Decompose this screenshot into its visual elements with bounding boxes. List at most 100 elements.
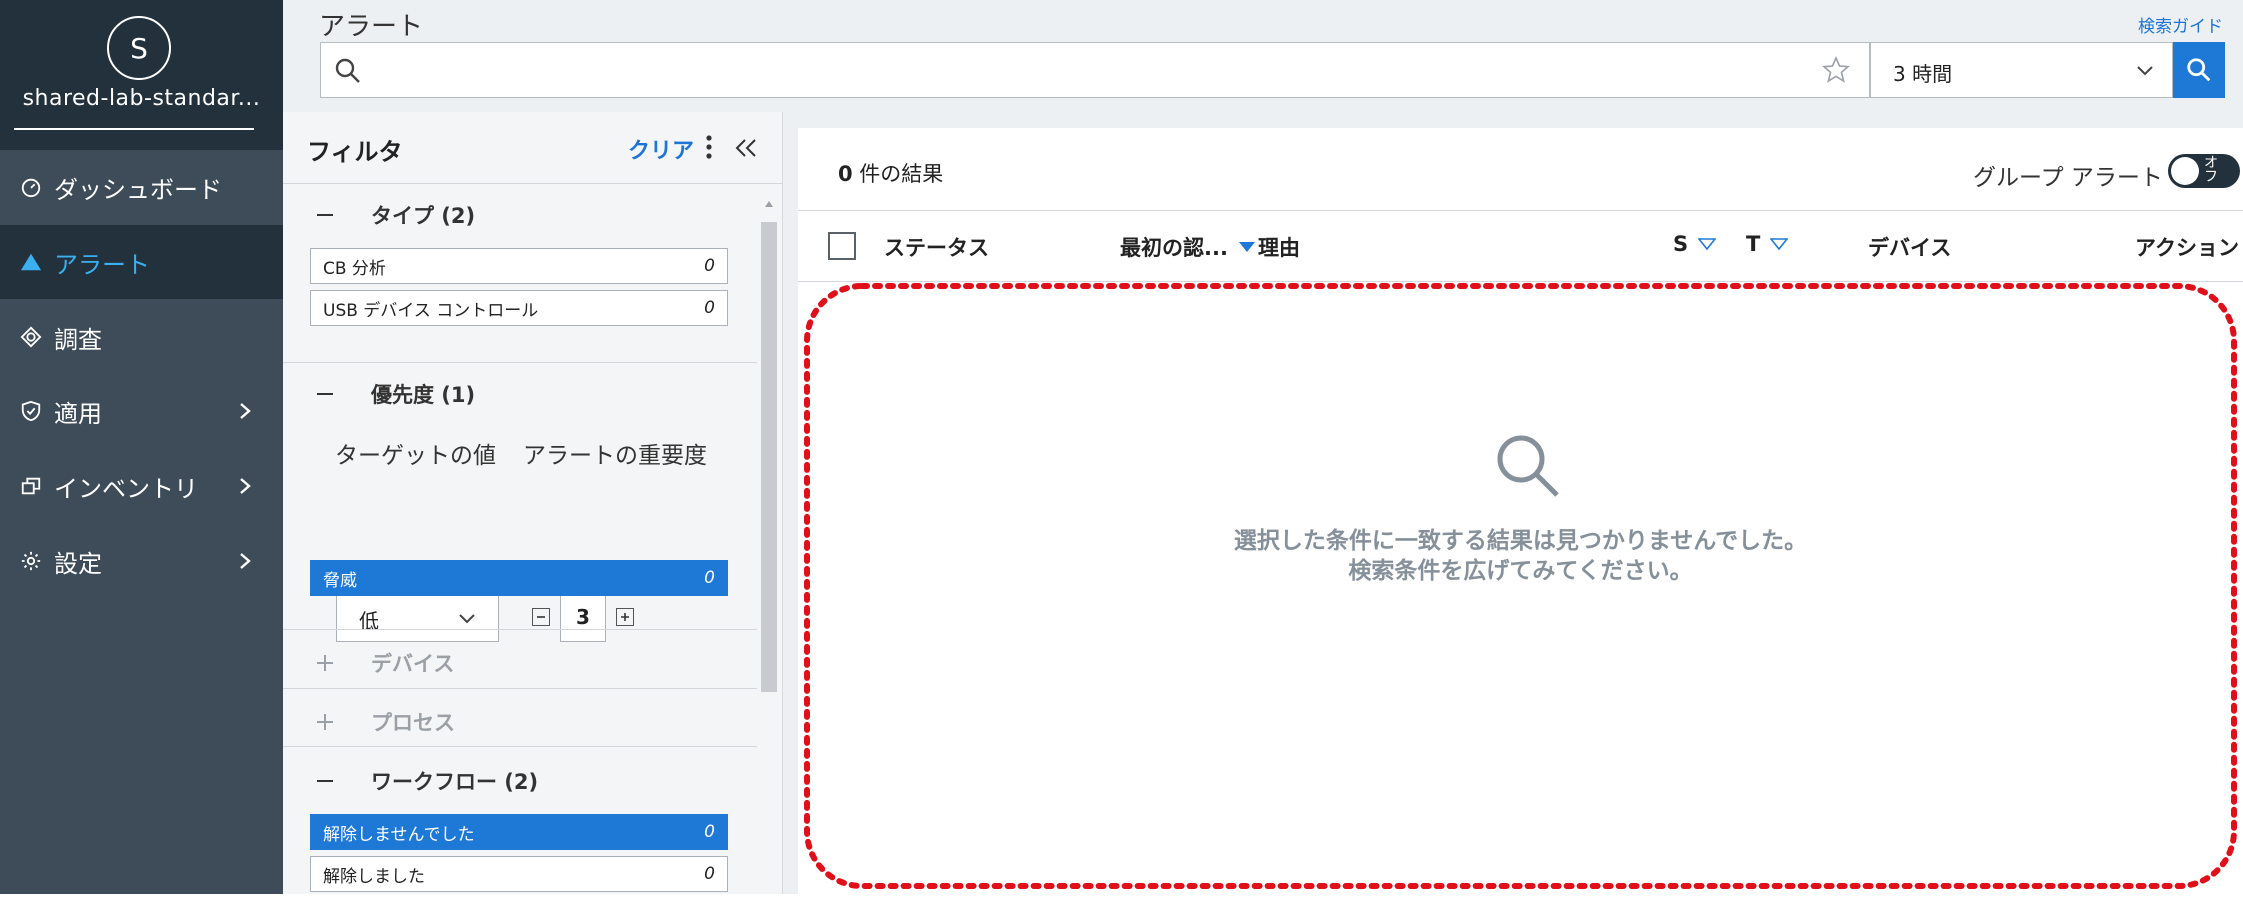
search-button[interactable] [2173, 42, 2225, 98]
nav-item-label: 調査 [54, 325, 102, 354]
column-header-label: 理由 [1258, 236, 1300, 260]
filter-option-label: USB デバイス コントロール [323, 300, 539, 321]
clear-filters-button[interactable]: クリア [628, 133, 694, 165]
search-input[interactable] [373, 51, 1773, 91]
filter-option-label: 解除しませんでした [323, 824, 475, 845]
filter-option-count: 0 [704, 822, 715, 842]
filter-option-label: CB 分析 [323, 258, 386, 279]
column-header-label: T [1746, 232, 1761, 256]
nav-item-label: インベントリ [54, 474, 198, 503]
process-section-title: プロセス [371, 711, 455, 735]
filter-option-label: 脅威 [323, 570, 357, 591]
type-section-title: タイプ (2) [371, 204, 476, 228]
inventory-icon [0, 475, 54, 497]
filter-option-count: 0 [704, 864, 715, 884]
alert-severity-label: アラートの重要度 [523, 443, 707, 469]
column-header-label: アクション [2135, 236, 2239, 260]
select-all-checkbox[interactable] [828, 232, 856, 260]
toggle-knob [2171, 157, 2199, 185]
org-divider [14, 128, 254, 130]
search-guide-link[interactable]: 検索ガイド [2138, 12, 2223, 37]
type-section-header[interactable]: タイプ (2) [315, 200, 475, 230]
minus-icon [317, 780, 333, 782]
severity-decrement-button[interactable] [532, 608, 550, 626]
nav-item-alerts[interactable]: アラート [0, 225, 283, 299]
nav-item-label: 適用 [54, 399, 102, 428]
alert-triangle-icon [0, 251, 54, 273]
column-header-reason[interactable]: 理由 [1258, 232, 1300, 262]
filter-option-count: 0 [704, 298, 715, 318]
severity-value[interactable]: 3 [560, 592, 606, 642]
column-header-s[interactable]: S [1673, 232, 1717, 256]
device-section-header[interactable]: デバイス [315, 648, 454, 678]
filter-option-not-dismissed[interactable]: 解除しませんでした 0 [310, 814, 728, 850]
chevron-right-icon [240, 553, 251, 569]
divider [798, 210, 2243, 211]
results-card: 0 件の結果 グループ アラート オフ ステータス 最初の認... 理由 S T… [798, 128, 2243, 894]
target-value-select[interactable]: 低 [336, 592, 499, 642]
section-divider [283, 688, 757, 689]
filter-option-usb-device-control[interactable]: USB デバイス コントロール 0 [310, 290, 728, 326]
group-alerts-label: グループ アラート [1973, 165, 2163, 191]
priority-section-header[interactable]: 優先度 (1) [315, 379, 475, 409]
top-bar: アラート 検索ガイド 3 時間 [283, 0, 2243, 112]
empty-message-line1: 選択した条件に一致する結果は見つかりませんでした。 [1233, 528, 1808, 554]
workflow-section-title: ワークフロー (2) [371, 770, 539, 794]
org-header[interactable]: S shared-lab-standar... [0, 0, 283, 150]
column-header-label: 最初の認... [1120, 236, 1228, 260]
severity-increment-button[interactable] [616, 608, 634, 626]
column-header-label: S [1673, 232, 1689, 256]
result-count: 0 件の結果 [838, 158, 943, 188]
time-range-select[interactable]: 3 時間 [1870, 42, 2173, 98]
search-icon [335, 58, 360, 83]
group-alerts-toggle[interactable]: オフ [2168, 154, 2240, 188]
device-section-title: デバイス [371, 652, 455, 676]
filter-option-threat[interactable]: 脅威 0 [310, 560, 728, 596]
page-title: アラート [319, 12, 424, 42]
results-panel: 0 件の結果 グループ アラート オフ ステータス 最初の認... 理由 S T… [783, 112, 2243, 894]
filter-title: フィルタ [307, 138, 403, 166]
minus-icon [537, 616, 545, 618]
sort-icon [1698, 238, 1717, 250]
column-header-status[interactable]: ステータス [884, 232, 989, 262]
search-bar [320, 42, 1887, 98]
chevron-right-icon [240, 403, 251, 419]
star-icon[interactable] [1821, 55, 1851, 85]
column-header-t[interactable]: T [1746, 232, 1789, 256]
nav-item-dashboard[interactable]: ダッシュボード [0, 150, 283, 224]
filter-option-cb-analytics[interactable]: CB 分析 0 [310, 248, 728, 284]
filter-header: フィルタ クリア [283, 112, 783, 184]
investigate-icon [0, 326, 54, 348]
target-value-label: ターゲットの値 [335, 443, 496, 469]
sidebar: S shared-lab-standar... ダッシュボード アラート 調査 … [0, 0, 283, 894]
filter-option-label: 解除しました [323, 866, 425, 887]
result-count-number: 0 [838, 162, 853, 186]
workflow-section-header[interactable]: ワークフロー (2) [315, 766, 538, 796]
filter-option-dismissed[interactable]: 解除しました 0 [310, 856, 728, 892]
toggle-state-label: オフ [2204, 155, 2218, 185]
column-header-first-seen[interactable]: 最初の認... [1120, 232, 1256, 262]
nav-item-investigate[interactable]: 調査 [0, 300, 283, 374]
column-header-label: デバイス [1868, 236, 1952, 260]
nav-item-enforce[interactable]: 適用 [0, 374, 283, 448]
nav-item-label: アラート [54, 250, 150, 279]
scrollbar-thumb[interactable] [761, 222, 777, 692]
plus-icon [317, 655, 333, 671]
more-options-icon[interactable] [703, 133, 715, 161]
nav-item-inventory[interactable]: インベントリ [0, 449, 283, 523]
process-section-header[interactable]: プロセス [315, 707, 455, 737]
filter-option-count: 0 [704, 568, 715, 588]
section-divider [283, 629, 757, 630]
column-header-device[interactable]: デバイス [1868, 232, 1951, 262]
filter-option-count: 0 [704, 256, 715, 276]
sort-descending-icon [1238, 242, 1255, 252]
filter-scrollbar[interactable] [759, 192, 779, 892]
plus-icon [621, 613, 629, 621]
nav-item-settings[interactable]: 設定 [0, 524, 283, 598]
column-header-action[interactable]: アクション [2135, 232, 2239, 262]
result-count-suffix: 件の結果 [852, 162, 944, 186]
collapse-panel-icon[interactable] [733, 136, 759, 160]
org-avatar[interactable]: S [107, 16, 171, 80]
org-name[interactable]: shared-lab-standar... [0, 86, 283, 111]
scroll-up-arrow-icon[interactable] [764, 200, 774, 208]
